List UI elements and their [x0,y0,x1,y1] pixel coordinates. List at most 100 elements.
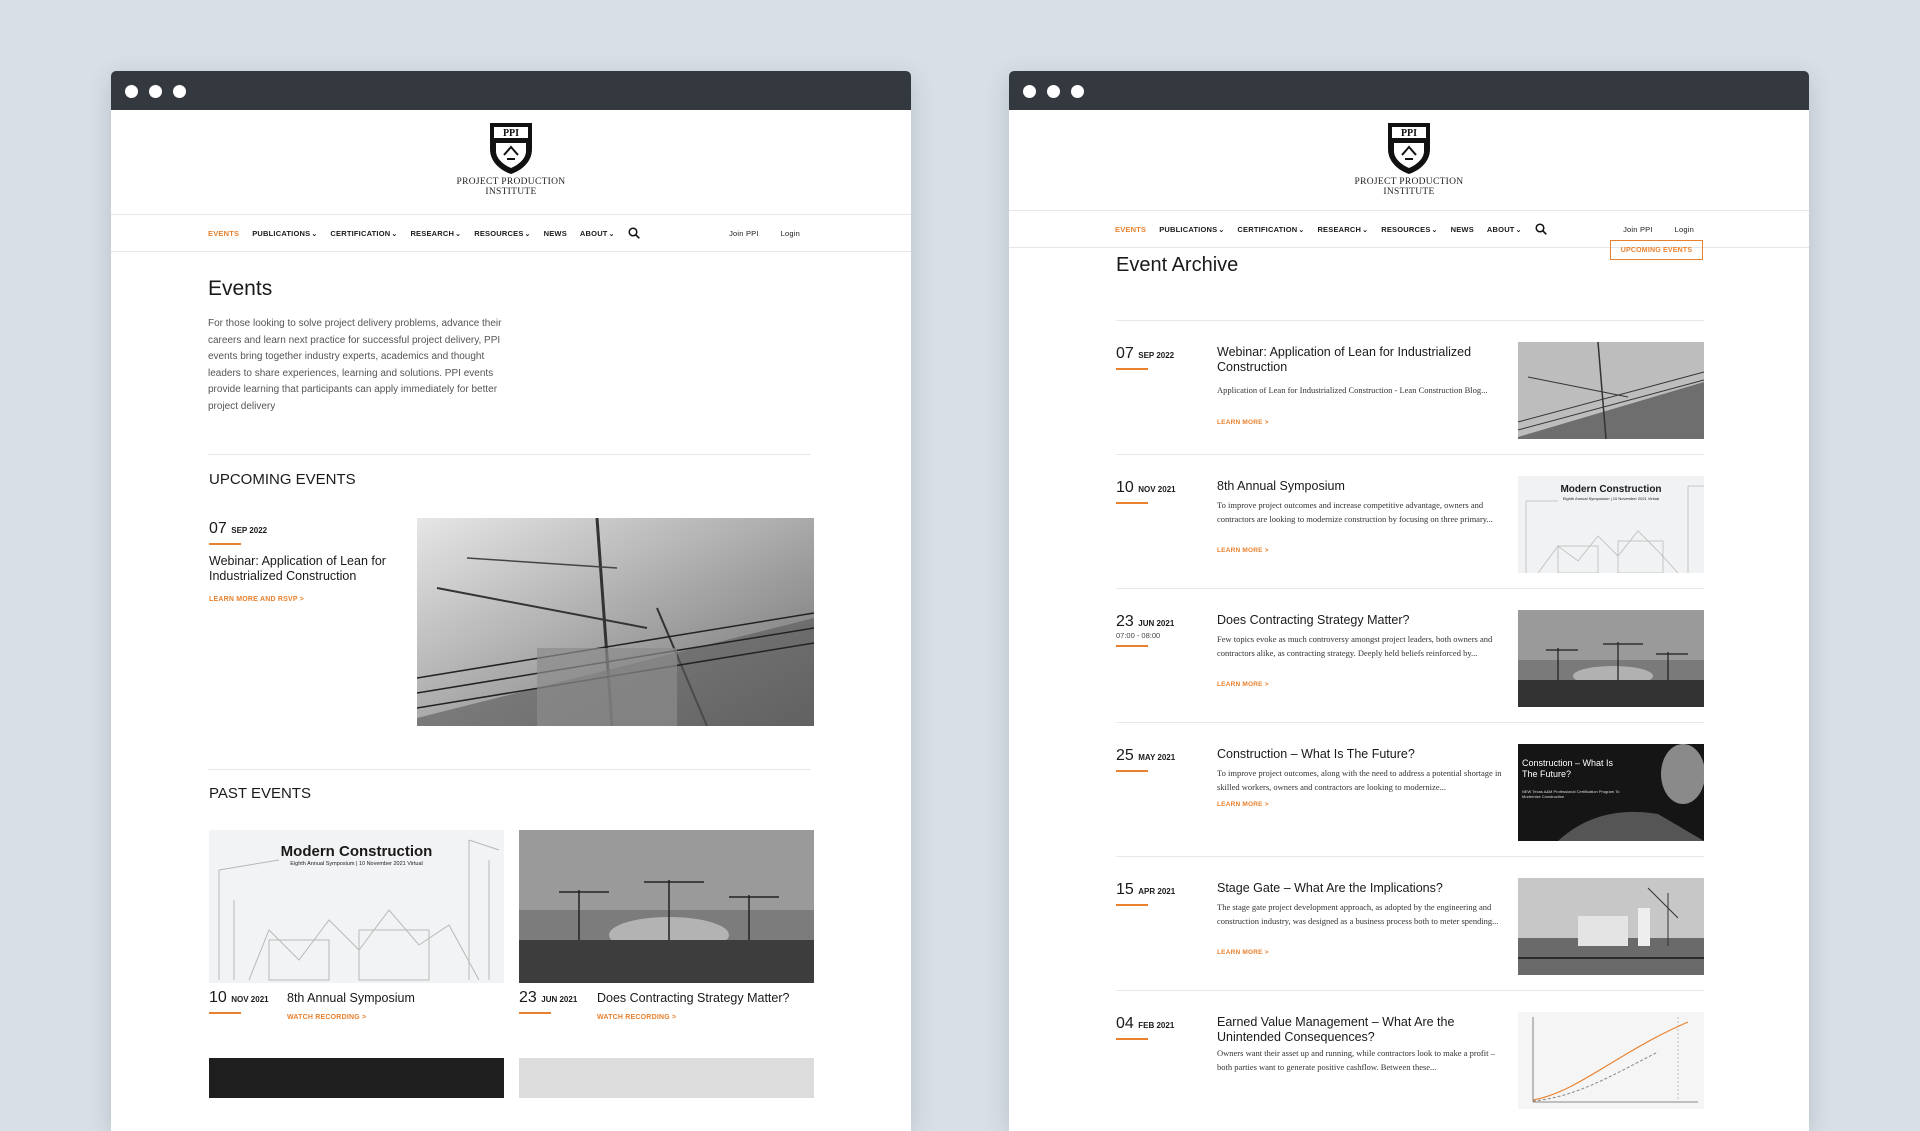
row-thumbnail[interactable] [1518,342,1704,439]
upcoming-event-image[interactable] [417,518,814,726]
logo-text: PROJECT PRODUCTION INSTITUTE [441,177,581,197]
nav-item-publications[interactable]: PUBLICATIONS⌄ [1159,225,1224,234]
archive-row: 25 MAY 2021 Construction – What Is The F… [1116,722,1704,857]
nav-item-resources[interactable]: RESOURCES⌄ [1381,225,1437,234]
chevron-down-icon: ⌄ [391,230,398,238]
nav-item-resources[interactable]: RESOURCES⌄ [474,229,530,238]
chevron-down-icon: ⌄ [1218,226,1225,234]
browser-window-archive: PPI PROJECT PRODUCTION INSTITUTE EVENTS … [1009,71,1809,1131]
shield-logo-icon: PPI [1388,123,1430,174]
nav-item-certification[interactable]: CERTIFICATION⌄ [330,229,397,238]
date-underline [209,1012,241,1014]
thumbnail-title: Modern Construction [1560,484,1662,495]
site-logo[interactable]: PPI PROJECT PRODUCTION INSTITUTE [1339,121,1479,197]
date-month: MAY 2021 [1138,753,1176,762]
row-thumbnail[interactable]: Modern Construction Eighth Annual Sympos… [1518,476,1704,573]
nav-item-events[interactable]: EVENTS [1115,225,1146,234]
row-time: 07:00 - 08:00 [1116,631,1161,640]
nav-label: CERTIFICATION [330,228,391,238]
page-title: Event Archive [1116,254,1239,276]
row-title[interactable]: Webinar: Application of Lean for Industr… [1217,345,1507,375]
learn-more-rsvp-link[interactable]: LEARN MORE AND RSVP > [209,596,304,603]
learn-more-link[interactable]: LEARN MORE > [1217,949,1269,956]
learn-more-link[interactable]: LEARN MORE > [1217,681,1269,688]
date-underline [209,543,241,545]
nav-item-certification[interactable]: CERTIFICATION⌄ [1237,225,1304,234]
chevron-down-icon: ⌄ [1298,226,1305,234]
thumbnail-title: Construction – What Is The Future? [1522,758,1614,779]
row-title[interactable]: 8th Annual Symposium [1217,479,1507,494]
join-link[interactable]: Join PPI [729,229,759,238]
past-event-image-1[interactable]: Modern Construction Eighth Annual Sympos… [209,830,504,983]
nav-item-about[interactable]: ABOUT⌄ [580,229,615,238]
earned-value-graph-image [1518,1012,1704,1109]
nav-label: RESEARCH [410,228,455,238]
nav-label: CERTIFICATION [1237,224,1298,234]
upcoming-date: 07 SEP 2022 [209,520,267,545]
logo-line-1: PROJECT PRODUCTION [456,177,566,187]
nav-item-events[interactable]: EVENTS [208,229,239,238]
past-event-image-4[interactable] [519,1058,814,1098]
window-control-dot[interactable] [125,85,138,98]
date-day: 04 [1116,1015,1134,1032]
learn-more-link[interactable]: LEARN MORE > [1217,801,1269,808]
date-day: 07 [209,520,227,537]
archive-row: 10 NOV 2021 8th Annual Symposium To impr… [1116,454,1704,589]
watch-recording-link[interactable]: WATCH RECORDING > [287,1014,366,1021]
nav-item-research[interactable]: RESEARCH⌄ [1317,225,1368,234]
row-title[interactable]: Earned Value Management – What Are the U… [1217,1015,1507,1045]
upcoming-title[interactable]: Webinar: Application of Lean for Industr… [209,554,389,584]
nav-label: ABOUT [1486,224,1515,234]
date-day: 23 [1116,613,1134,630]
date-month: JUN 2021 [1138,619,1175,628]
window-control-dot[interactable] [149,85,162,98]
upcoming-heading: UPCOMING EVENTS [209,471,356,488]
row-thumbnail[interactable]: Construction – What Is The Future? NEW T… [1518,744,1704,841]
row-thumbnail[interactable] [1518,878,1704,975]
date-day: 10 [1116,479,1134,496]
window-titlebar [1009,71,1809,110]
nav-item-about[interactable]: ABOUT⌄ [1487,225,1522,234]
nav-item-news[interactable]: NEWS [544,229,567,238]
learn-more-link[interactable]: LEARN MORE > [1217,419,1269,426]
window-control-dot[interactable] [1047,85,1060,98]
archive-row: 04 FEB 2021 Earned Value Management – Wh… [1116,990,1704,1125]
window-control-dot[interactable] [1023,85,1036,98]
search-icon[interactable] [1535,223,1547,235]
nav-label: RESOURCES [474,228,524,238]
login-link[interactable]: Login [1675,225,1694,234]
row-description: To improve project outcomes, along with … [1217,768,1502,792]
window-control-dot[interactable] [173,85,186,98]
row-title[interactable]: Stage Gate – What Are the Implications? [1217,881,1507,896]
past-title-2[interactable]: Does Contracting Strategy Matter? [597,991,789,1005]
nav-item-publications[interactable]: PUBLICATIONS⌄ [252,229,317,238]
login-link[interactable]: Login [781,229,800,238]
past-event-image-2[interactable] [519,830,814,983]
date-month: NOV 2021 [231,995,269,1004]
upcoming-events-button[interactable]: UPCOMING EVENTS [1610,240,1703,260]
nav-item-research[interactable]: RESEARCH⌄ [410,229,461,238]
row-date: 10 NOV 2021 [1116,479,1176,504]
logo-line-2: INSTITUTE [485,187,537,197]
row-thumbnail[interactable] [1518,1012,1704,1109]
nav-item-news[interactable]: NEWS [1451,225,1474,234]
past-title-1[interactable]: 8th Annual Symposium [287,991,415,1005]
window-control-dot[interactable] [1071,85,1084,98]
site-logo[interactable]: PPI PROJECT PRODUCTION INSTITUTE [441,121,581,197]
date-month: FEB 2021 [1138,1021,1175,1030]
row-title[interactable]: Construction – What Is The Future? [1217,747,1507,762]
search-icon[interactable] [628,227,640,239]
svg-text:PPI: PPI [1401,128,1417,139]
row-description: To improve project outcomes and increase… [1217,500,1493,524]
past-event-image-3[interactable] [209,1058,504,1098]
watch-recording-link[interactable]: WATCH RECORDING > [597,1014,676,1021]
row-title[interactable]: Does Contracting Strategy Matter? [1217,613,1507,628]
join-link[interactable]: Join PPI [1623,225,1653,234]
past-date-1: 10 NOV 2021 [209,989,269,1014]
main-nav: EVENTS PUBLICATIONS⌄ CERTIFICATION⌄ RESE… [111,214,911,252]
image-subtitle: Eighth Annual Symposium | 10 November 20… [290,861,423,867]
learn-more-link[interactable]: LEARN MORE > [1217,547,1269,554]
date-underline [1116,770,1148,772]
industrial-plant-photo [1518,878,1704,975]
row-thumbnail[interactable] [1518,610,1704,707]
